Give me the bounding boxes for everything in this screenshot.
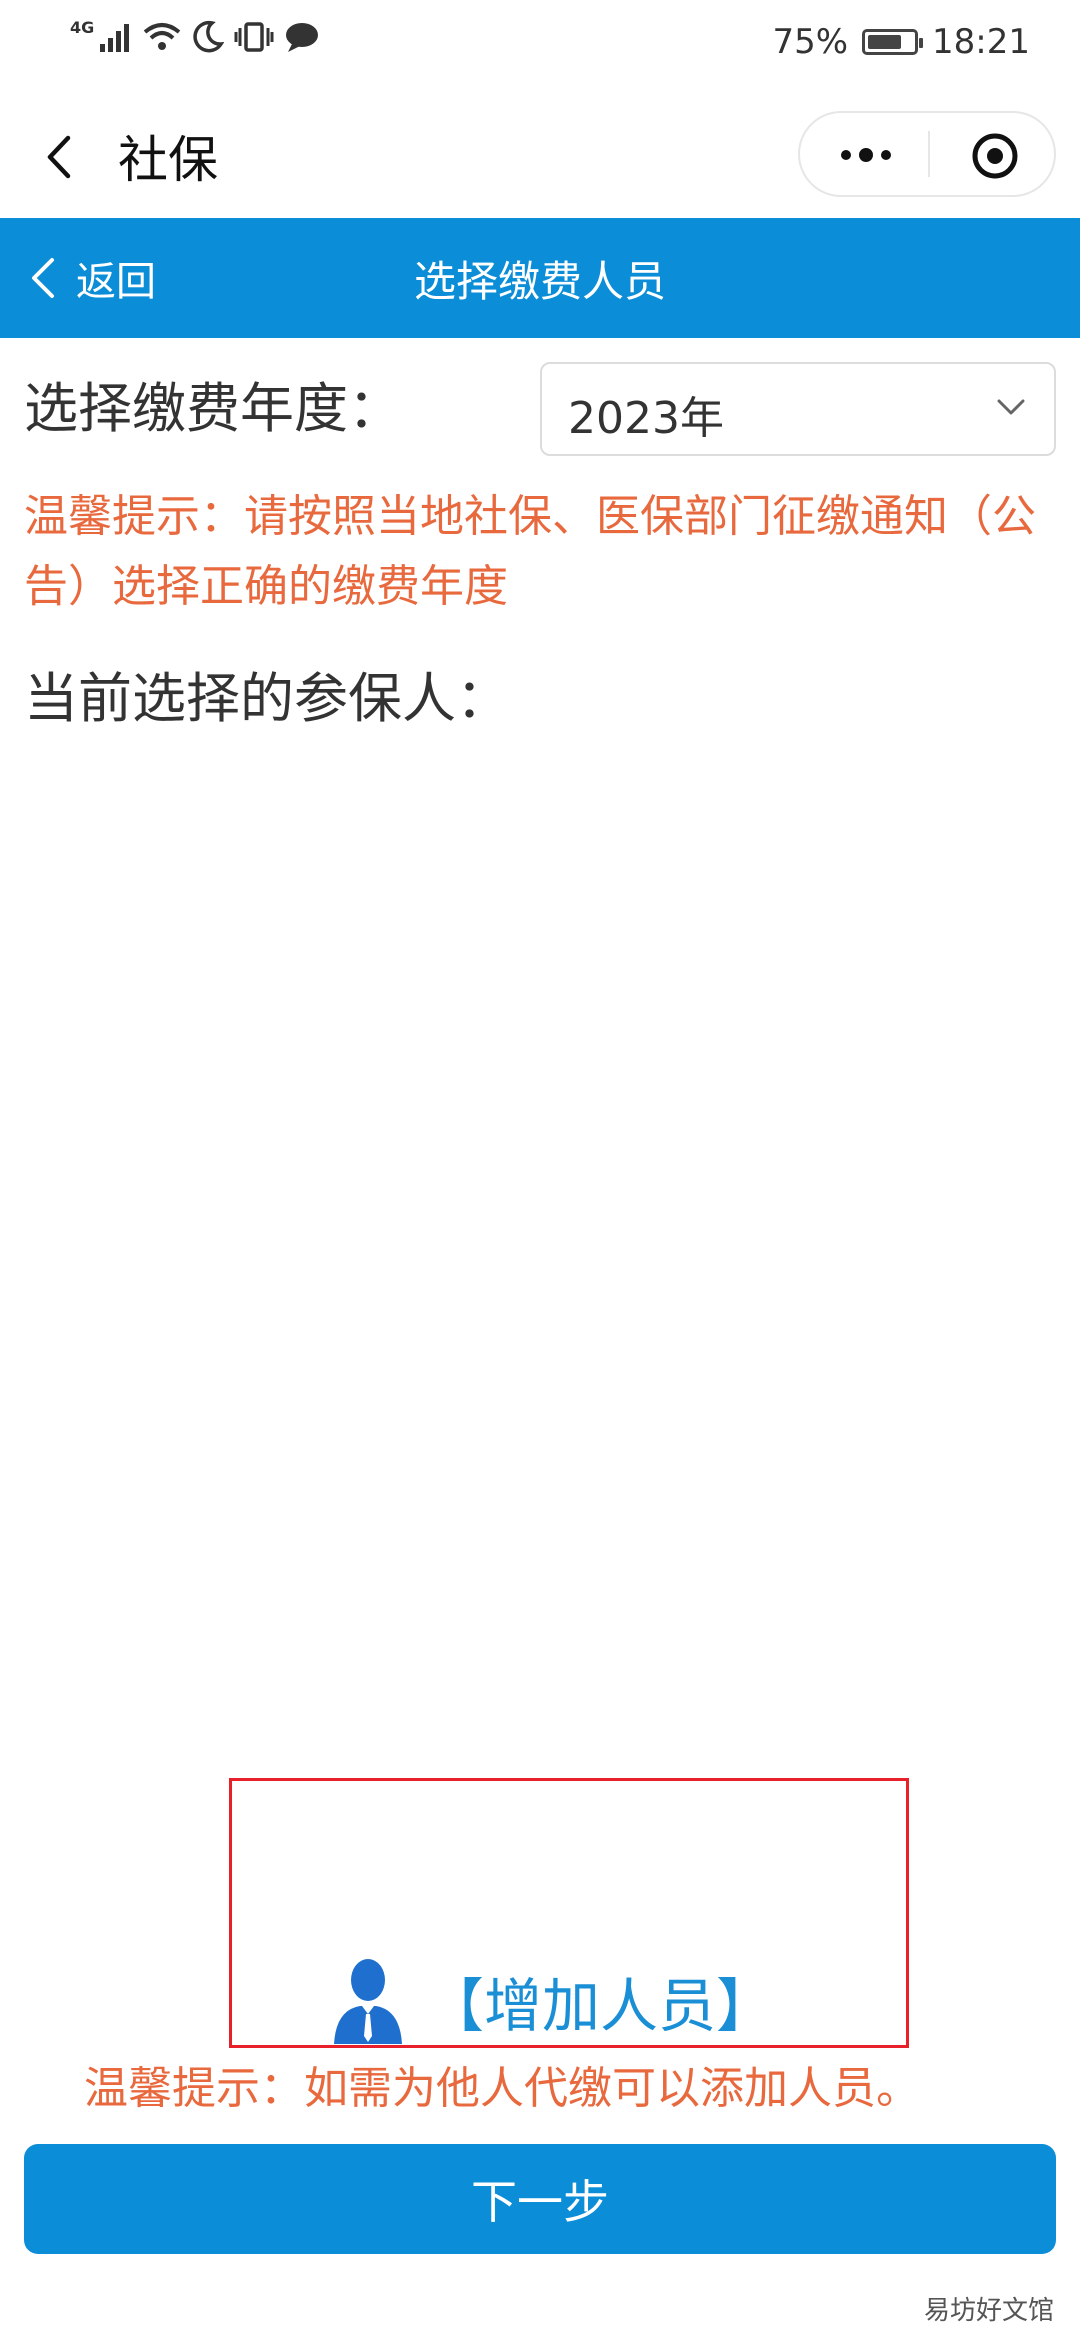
chevron-down-icon	[997, 399, 1025, 415]
status-icons: 4G	[70, 17, 320, 54]
page-nav-bar: 选择缴费人员 返回	[0, 218, 1080, 338]
back-arrow-icon[interactable]	[36, 132, 86, 182]
wifi-icon	[143, 23, 181, 50]
more-dots-icon[interactable]	[836, 135, 896, 175]
close-target-icon[interactable]	[970, 131, 1020, 181]
next-step-button[interactable]: 下一步	[24, 2144, 1056, 2254]
nav-back-label: 返回	[76, 259, 156, 305]
battery-fill	[868, 35, 902, 49]
watermark: 易坊好文馆	[923, 2296, 1054, 2326]
battery-icon	[862, 29, 924, 55]
capsule-menu	[798, 111, 1056, 197]
mini-program-header: 社保	[0, 96, 1080, 218]
year-label: 选择缴费年度：	[24, 377, 402, 440]
page-title: 选择缴费人员	[413, 256, 666, 306]
mini-program-title: 社保	[118, 131, 218, 189]
current-insured-label: 当前选择的参保人：	[24, 667, 510, 730]
add-person-label: 【增加人员】	[426, 1972, 775, 2040]
chat-bubble-icon	[286, 23, 319, 52]
status-right: 75% 18:21	[772, 22, 1030, 62]
bottom-tip: 温馨提示：如需为他人代缴可以添加人员。	[84, 2063, 920, 2114]
capsule-divider	[928, 131, 930, 177]
year-select-value: 2023年	[568, 393, 724, 444]
chevron-left-icon	[32, 258, 54, 298]
network-label: 4G	[70, 17, 95, 37]
vibrate-icon	[234, 22, 274, 52]
moon-icon	[193, 20, 225, 53]
add-person-button[interactable]: 【增加人员】	[330, 1955, 774, 2047]
status-time: 18:21	[932, 22, 1030, 62]
status-bar: 4G 75% 18:21	[0, 0, 1080, 92]
nav-back-button[interactable]: 返回	[26, 218, 156, 338]
signal-icon	[100, 24, 130, 52]
year-tip: 温馨提示：请按照当地社保、医保部门征缴通知（公告）选择正确的缴费年度	[24, 491, 1036, 612]
person-icon	[334, 1959, 402, 2044]
battery-percent: 75%	[772, 22, 849, 62]
year-select[interactable]: 2023年	[540, 362, 1056, 456]
